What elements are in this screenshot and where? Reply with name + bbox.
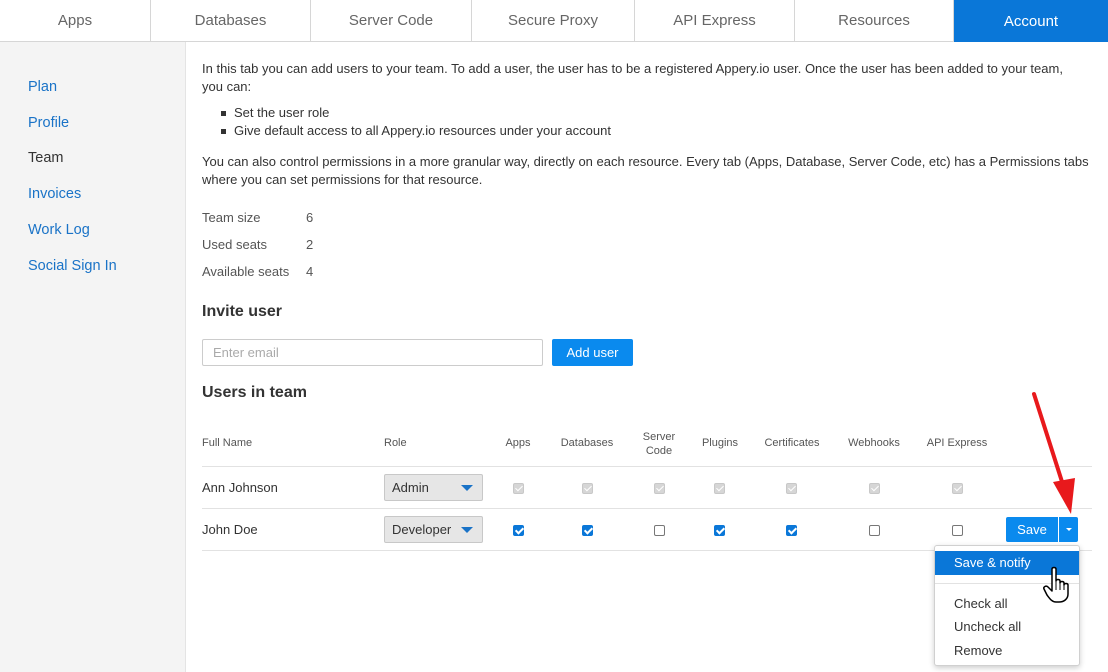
stat-available-seats-value: 4 [306, 264, 314, 279]
sidebar-item-team[interactable]: Team [28, 150, 63, 166]
role-select-value: Developer [392, 522, 452, 537]
checkbox-certificates-ann [786, 483, 797, 494]
row-name-ann-johnson: Ann Johnson [202, 480, 278, 495]
hand-cursor-icon [1043, 566, 1069, 603]
checkbox-webhooks-john[interactable] [869, 525, 880, 536]
checkbox-apps-john[interactable] [513, 525, 524, 536]
row-name-john-doe: John Doe [202, 522, 258, 537]
stat-team-size-value: 6 [306, 210, 314, 225]
permissions-text-line-2: where you can set permissions for that r… [202, 172, 483, 187]
save-split-button: Save [1006, 517, 1078, 542]
col-full-name: Full Name [202, 437, 253, 449]
users-in-team-heading: Users in team [202, 384, 307, 401]
sidebar-item-plan[interactable]: Plan [28, 79, 57, 95]
save-dropdown-menu: Save & notify Check all Uncheck all Remo… [934, 545, 1080, 666]
tab-apps[interactable]: Apps [0, 0, 151, 41]
sidebar-item-profile[interactable]: Profile [28, 115, 69, 131]
col-plugins: Plugins [701, 437, 739, 449]
bullet-default-access: Give default access to all Appery.io res… [221, 123, 611, 138]
col-databases: Databases [560, 437, 614, 449]
account-sidebar: Plan Profile Team Invoices Work Log Soci… [0, 42, 186, 672]
col-certificates: Certificates [764, 437, 820, 449]
email-input[interactable] [202, 339, 543, 366]
table-divider [202, 466, 1092, 467]
permissions-text-line-1: You can also control permissions in a mo… [202, 154, 1089, 169]
tab-databases[interactable]: Databases [151, 0, 311, 41]
sidebar-item-social-sign-in[interactable]: Social Sign In [28, 258, 117, 274]
intro-text-line-2: you can: [202, 79, 252, 94]
checkbox-apps-ann [513, 483, 524, 494]
bullet-set-role: Set the user role [220, 105, 330, 120]
tab-server-code[interactable]: Server Code [311, 0, 472, 41]
col-webhooks: Webhooks [848, 437, 900, 449]
role-select-john-doe[interactable]: Developer [384, 516, 483, 543]
intro-text-line-1: In this tab you can add users to your te… [202, 61, 1063, 76]
col-apps: Apps [505, 437, 531, 449]
stat-available-seats-label: Available seats [202, 264, 290, 279]
checkbox-certificates-john[interactable] [786, 525, 797, 536]
invite-user-heading: Invite user [202, 303, 283, 320]
tab-resources[interactable]: Resources [795, 0, 954, 41]
checkbox-databases-john[interactable] [582, 525, 593, 536]
checkbox-databases-ann [582, 483, 593, 494]
save-dropdown-toggle[interactable] [1059, 517, 1078, 542]
checkbox-plugins-john[interactable] [714, 525, 725, 536]
sidebar-item-work-log[interactable]: Work Log [28, 222, 90, 238]
dropdown-caret-icon [461, 485, 473, 491]
sidebar-item-invoices[interactable]: Invoices [28, 186, 81, 202]
row-divider [202, 508, 1092, 509]
checkbox-webhooks-ann [869, 483, 880, 494]
col-server-code: Server Code [642, 431, 676, 457]
stat-team-size-label: Team size [202, 210, 261, 225]
col-api-express: API Express [926, 437, 988, 449]
top-tab-bar: Apps Databases Server Code Secure Proxy … [0, 0, 1108, 42]
dropdown-caret-icon [461, 527, 473, 533]
menu-item-remove[interactable]: Remove [935, 639, 1079, 663]
add-user-button[interactable]: Add user [552, 339, 633, 366]
stat-used-seats-label: Used seats [202, 237, 268, 252]
checkbox-plugins-ann [714, 483, 725, 494]
save-button[interactable]: Save [1006, 517, 1058, 542]
role-select-value: Admin [392, 480, 429, 495]
checkbox-server-code-ann [654, 483, 665, 494]
red-arrow-icon [1032, 392, 1075, 514]
stat-used-seats-value: 2 [306, 237, 314, 252]
col-role: Role [384, 437, 407, 449]
checkbox-server-code-john[interactable] [654, 525, 665, 536]
tab-api-express[interactable]: API Express [635, 0, 795, 41]
tab-secure-proxy[interactable]: Secure Proxy [472, 0, 635, 41]
tab-account[interactable]: Account [954, 0, 1108, 42]
checkbox-api-express-ann [952, 483, 963, 494]
role-select-ann-johnson[interactable]: Admin [384, 474, 483, 501]
checkbox-api-express-john[interactable] [952, 525, 963, 536]
menu-item-uncheck-all[interactable]: Uncheck all [935, 615, 1079, 639]
